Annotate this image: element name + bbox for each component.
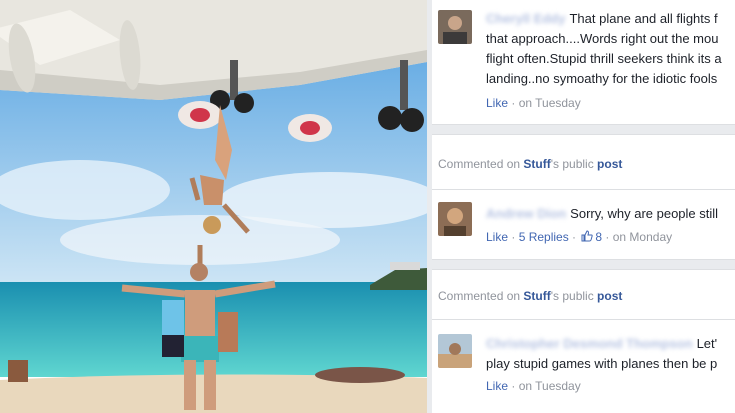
comment-text: Andrew Dion Sorry, why are people still <box>486 204 735 224</box>
like-count[interactable]: 8 <box>595 230 602 244</box>
comment-time[interactable]: on Tuesday <box>519 96 581 110</box>
context-middle: 's public <box>550 157 594 171</box>
like-link[interactable]: Like <box>486 96 508 110</box>
photo-illustration <box>0 0 427 413</box>
avatar-image <box>438 202 472 236</box>
commenter-name[interactable]: Cheryll Eddy <box>486 11 565 26</box>
divider <box>432 189 735 190</box>
avatar[interactable] <box>438 334 472 368</box>
comment-line: play stupid games with planes then be p <box>486 356 718 371</box>
comment-actions: Like · on Tuesday <box>486 379 581 393</box>
like-link[interactable]: Like <box>486 379 508 393</box>
comment-line: Let' <box>696 336 718 351</box>
context-prefix: Commented on <box>438 289 521 303</box>
comment-context: Commented on Stuff's public post <box>438 289 622 303</box>
avatar[interactable] <box>438 202 472 236</box>
beach-plane-photo <box>0 0 427 413</box>
context-prefix: Commented on <box>438 157 521 171</box>
comment-text: Cheryll Eddy That plane and all flights f… <box>486 9 735 89</box>
comment-time[interactable]: on Monday <box>613 230 672 244</box>
avatar-image <box>438 10 472 44</box>
page-link[interactable]: Stuff <box>523 289 550 303</box>
comment-line: flight often.Stupid thrill seekers think… <box>486 51 722 66</box>
page-link[interactable]: Stuff <box>523 157 550 171</box>
divider <box>432 319 735 320</box>
comment-actions: Like · 5 Replies · 8 · on Monday <box>486 230 673 245</box>
section-gap <box>432 260 735 269</box>
post-link[interactable]: post <box>597 289 622 303</box>
replies-link[interactable]: 5 Replies <box>519 230 569 244</box>
like-link[interactable]: Like <box>486 230 508 244</box>
thumbs-up-icon <box>581 230 594 245</box>
comment-actions: Like · on Tuesday <box>486 96 581 110</box>
comment-line: landing..no symoathy for the idiotic foo… <box>486 71 718 86</box>
comment-time[interactable]: on Tuesday <box>519 379 581 393</box>
comment-text: Christopher Desmond Thompson Let' play st… <box>486 334 735 374</box>
section-gap <box>432 125 735 134</box>
commenter-name[interactable]: Andrew Dion <box>486 206 566 221</box>
commenter-name[interactable]: Christopher Desmond Thompson <box>486 336 693 351</box>
comment-line: That plane and all flights f <box>569 11 718 26</box>
post-link[interactable]: post <box>597 157 622 171</box>
divider <box>432 269 735 270</box>
context-middle: 's public <box>550 289 594 303</box>
avatar[interactable] <box>438 10 472 44</box>
comment-context: Commented on Stuff's public post <box>438 157 622 171</box>
comment-line: that approach....Words right out the mou <box>486 31 719 46</box>
divider <box>432 134 735 135</box>
comment-feed: Cheryll Eddy That plane and all flights f… <box>432 0 735 413</box>
comment-line: Sorry, why are people still <box>570 206 719 221</box>
avatar-image <box>438 334 472 368</box>
